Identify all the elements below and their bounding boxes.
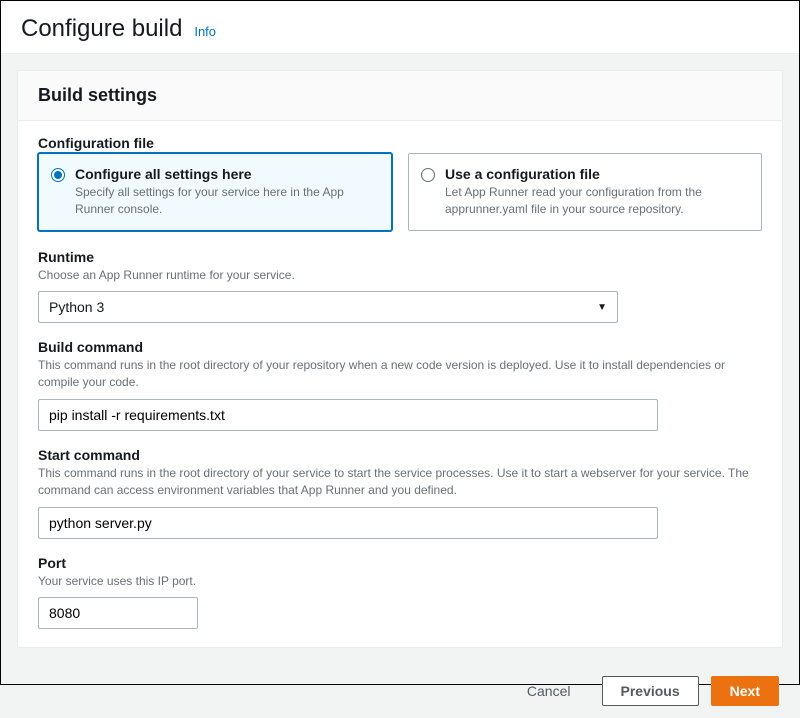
runtime-desc: Choose an App Runner runtime for your se… [38, 267, 762, 284]
panel-header: Build settings [18, 71, 782, 121]
start-command-group: Start command This command runs in the r… [38, 447, 762, 539]
runtime-select[interactable]: Python 3 ▼ [38, 291, 618, 323]
radio-here-title: Configure all settings here [75, 166, 377, 182]
config-file-options: Configure all settings here Specify all … [38, 153, 762, 231]
page-header: Configure build Info [1, 1, 799, 54]
next-button[interactable]: Next [711, 676, 779, 706]
cancel-button[interactable]: Cancel [508, 676, 590, 706]
build-settings-panel: Build settings Configuration file Config… [17, 70, 783, 648]
build-command-input[interactable] [38, 399, 658, 431]
runtime-value: Python 3 [49, 299, 104, 315]
build-command-group: Build command This command runs in the r… [38, 339, 762, 431]
radio-file-title: Use a configuration file [445, 166, 747, 182]
port-input[interactable] [38, 597, 198, 629]
radio-here-desc: Specify all settings for your service he… [75, 184, 377, 218]
radio-icon [421, 168, 435, 182]
port-group: Port Your service uses this IP port. [38, 555, 762, 630]
config-file-group: Configuration file Configure all setting… [38, 135, 762, 231]
page-title: Configure build [21, 15, 182, 42]
chevron-down-icon: ▼ [597, 302, 607, 313]
build-command-label: Build command [38, 339, 762, 355]
panel-title: Build settings [38, 85, 762, 106]
radio-file-desc: Let App Runner read your configuration f… [445, 184, 747, 218]
config-file-label: Configuration file [38, 135, 762, 151]
previous-button[interactable]: Previous [602, 676, 699, 706]
runtime-label: Runtime [38, 249, 762, 265]
footer-actions: Cancel Previous Next [1, 664, 799, 718]
build-command-desc: This command runs in the root directory … [38, 357, 762, 391]
radio-use-file[interactable]: Use a configuration file Let App Runner … [408, 153, 762, 231]
port-label: Port [38, 555, 762, 571]
start-command-desc: This command runs in the root directory … [38, 465, 762, 499]
start-command-label: Start command [38, 447, 762, 463]
radio-configure-here[interactable]: Configure all settings here Specify all … [38, 153, 392, 231]
panel-body: Configuration file Configure all setting… [18, 121, 782, 647]
start-command-input[interactable] [38, 507, 658, 539]
radio-icon [51, 168, 65, 182]
port-desc: Your service uses this IP port. [38, 573, 762, 590]
info-link[interactable]: Info [194, 24, 216, 39]
runtime-group: Runtime Choose an App Runner runtime for… [38, 249, 762, 324]
